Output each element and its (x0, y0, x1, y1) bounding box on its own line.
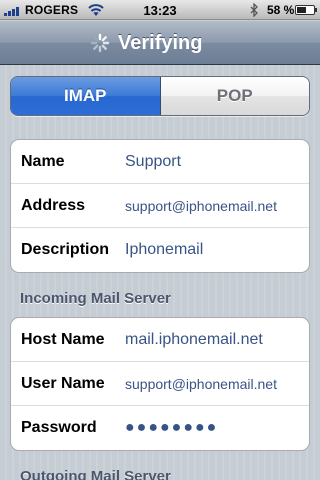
description-field[interactable]: Iphonemail (125, 241, 203, 259)
host-name-row[interactable]: Host Name mail.iphonemail.net (11, 318, 309, 362)
host-name-label: Host Name (21, 330, 105, 348)
battery-percent: 58 % (267, 3, 295, 17)
page-title: Verifying (118, 32, 203, 54)
user-name-row[interactable]: User Name support@iphonemail.net (11, 362, 309, 406)
name-label: Name (21, 152, 65, 170)
password-label: Password (21, 419, 97, 436)
account-type-segmented-control[interactable]: IMAP POP (10, 76, 310, 116)
address-field[interactable]: support@iphonemail.net (125, 198, 277, 214)
name-row[interactable]: Name Support (11, 140, 309, 184)
address-label: Address (21, 196, 86, 214)
battery-icon (295, 5, 317, 15)
description-label: Description (21, 241, 110, 258)
battery-level-fill (297, 7, 307, 13)
address-row[interactable]: Address support@iphonemail.net (11, 184, 309, 228)
status-bar: ROGERS 13:23 58 % (0, 0, 320, 20)
incoming-section-header: Incoming Mail Server (20, 290, 171, 307)
password-field[interactable]: ●●●●●●●● (125, 419, 218, 437)
user-name-label: User Name (21, 374, 105, 392)
host-name-field[interactable]: mail.iphonemail.net (125, 331, 263, 349)
account-info-group: Name Support Address support@iphonemail.… (10, 139, 310, 273)
segment-imap[interactable]: IMAP (11, 77, 161, 115)
password-row[interactable]: Password ●●●●●●●● (11, 406, 309, 450)
navigation-bar: Verifying (0, 21, 320, 65)
name-field[interactable]: Support (125, 153, 181, 171)
outgoing-section-header: Outgoing Mail Server (20, 468, 171, 480)
activity-spinner-icon (90, 33, 110, 53)
bluetooth-icon (250, 3, 258, 17)
description-row[interactable]: Description Iphonemail (11, 228, 309, 272)
segment-pop[interactable]: POP (160, 77, 309, 115)
incoming-server-group: Host Name mail.iphonemail.net User Name … (10, 317, 310, 451)
user-name-field[interactable]: support@iphonemail.net (125, 376, 277, 392)
